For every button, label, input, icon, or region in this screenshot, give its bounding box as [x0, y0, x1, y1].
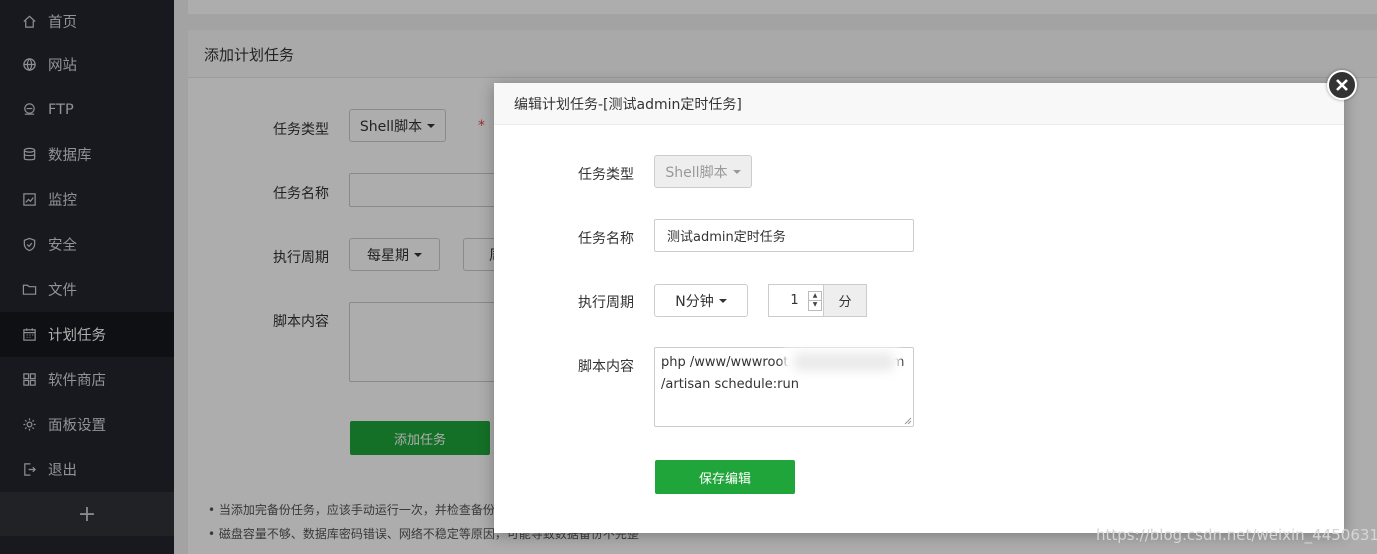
close-button[interactable]	[1327, 70, 1357, 100]
task-type-select: Shell脚本	[654, 155, 752, 188]
modal-title: 编辑计划任务-[测试admin定时任务]	[494, 83, 1344, 125]
minute-unit: 分	[823, 284, 867, 317]
chevron-down-icon	[718, 298, 727, 303]
spinner-down-icon[interactable]: ▼	[809, 301, 821, 310]
spinner-up-icon[interactable]: ▲	[809, 292, 821, 301]
task-name-label: 任务名称	[578, 231, 634, 247]
script-label: 脚本内容	[578, 359, 634, 375]
resize-handle-icon[interactable]	[902, 415, 912, 425]
cycle-label: 执行周期	[578, 295, 634, 311]
redaction-blur-shade	[794, 353, 894, 371]
minute-input[interactable]: 1 ▲ ▼	[768, 284, 823, 317]
cycle-select[interactable]: N分钟	[654, 284, 748, 317]
watermark: https://blog.csdn.net/weixin_44506318	[1096, 526, 1377, 544]
save-edit-button[interactable]: 保存编辑	[655, 460, 795, 494]
task-type-value: Shell脚本	[665, 164, 728, 181]
minute-spinner[interactable]: ▲ ▼	[808, 290, 822, 311]
minute-value: 1	[790, 293, 799, 308]
cycle-value: N分钟	[675, 293, 714, 310]
task-type-label: 任务类型	[578, 167, 634, 183]
chevron-down-icon	[732, 169, 741, 174]
task-name-input[interactable]	[654, 219, 914, 252]
edit-cron-modal: 编辑计划任务-[测试admin定时任务] 任务类型 Shell脚本 任务名称 执…	[494, 83, 1344, 533]
close-icon	[1336, 79, 1348, 91]
